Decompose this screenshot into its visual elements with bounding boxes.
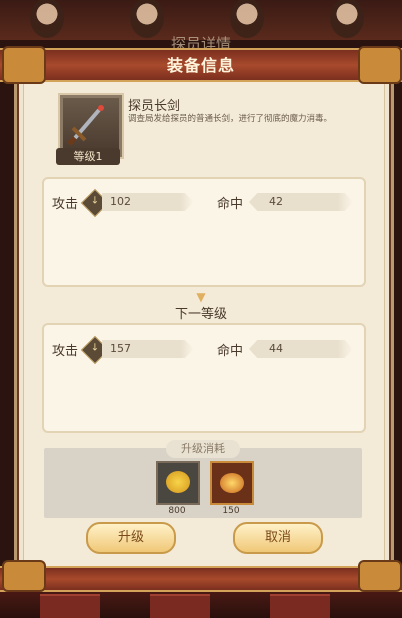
next-hit-value: 44 [249,340,353,358]
chevron-down-icon: ▼ [196,290,206,304]
gold-coin-count: 800 [168,506,186,516]
ornament-corner [2,560,46,592]
background-stripe [40,594,100,618]
material-pot-icon [220,473,244,493]
material-slot[interactable] [210,461,254,505]
ornament-corner [358,560,402,592]
upgrade-cost-area [44,448,362,518]
upgrade-button[interactable]: 升级 [86,522,176,554]
next-attack-value: 157 [102,340,194,358]
cancel-button[interactable]: 取消 [233,522,323,554]
next-attack-label: 攻击 [52,344,79,359]
upgrade-cost-label: 升级消耗 [166,440,240,458]
background-stripe [150,594,210,618]
attack-label: 攻击 [52,197,79,212]
gold-coin-slot[interactable] [156,461,200,505]
sword-icon [67,105,104,146]
hit-value: 42 [249,193,353,211]
next-level-title: 下一等级 [174,307,227,322]
dialog-title: 装备信息 [166,56,235,75]
next-hit-label: 命中 [217,344,244,359]
background-stripe [270,594,330,618]
item-level-badge: 等级1 [56,148,120,165]
dialog-footer [0,566,402,592]
attack-value: 102 [102,193,194,211]
item-description: 调查局发给探员的普通长剑，进行了彻底的魔力消毒。 [128,114,333,124]
gold-coin-icon [166,471,190,493]
hit-label: 命中 [217,197,244,212]
material-count: 150 [222,506,240,516]
